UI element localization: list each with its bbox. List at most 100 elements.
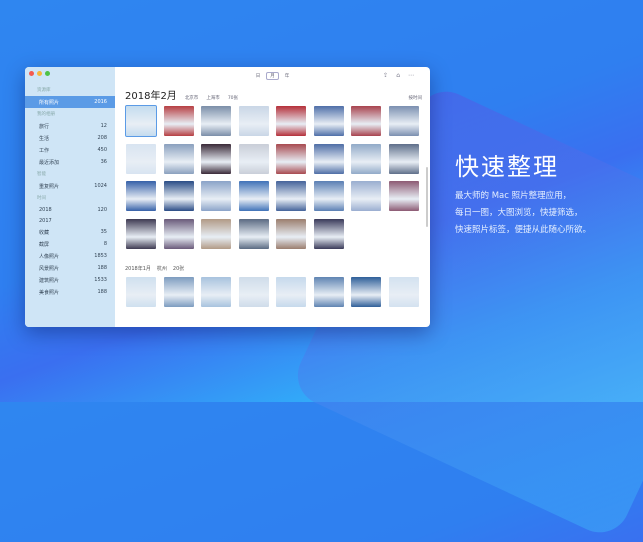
sidebar-item-label: 工作 xyxy=(39,147,50,154)
sidebar-item[interactable]: 旅行 12 xyxy=(25,120,115,132)
scrollbar[interactable] xyxy=(426,167,428,227)
sidebar-item-count: 36 xyxy=(100,158,107,165)
photo-thumbnail[interactable] xyxy=(276,106,306,136)
sidebar-item-label: 最近添加 xyxy=(39,159,60,166)
more-icon[interactable]: ⋯ xyxy=(408,72,414,79)
photo-thumbnail[interactable] xyxy=(126,218,156,249)
photo-thumbnail[interactable] xyxy=(313,143,344,174)
photo-thumbnail[interactable] xyxy=(351,106,381,136)
photo-thumbnail[interactable] xyxy=(163,106,194,136)
sidebar-item-label: 美食照片 xyxy=(39,289,60,296)
photo-thumbnail[interactable] xyxy=(201,143,231,174)
photo-thumbnail[interactable] xyxy=(351,181,381,211)
photo-thumbnail[interactable] xyxy=(126,276,156,307)
sidebar-item-count: 450 xyxy=(97,146,107,153)
sidebar-item[interactable]: 风景照片 188 xyxy=(25,262,115,274)
photo-grid xyxy=(123,276,422,307)
photo-thumbnail[interactable] xyxy=(388,143,419,174)
photo-thumbnail[interactable] xyxy=(238,276,269,307)
sidebar-item-label: 风景照片 xyxy=(39,265,60,272)
photo-thumbnail[interactable] xyxy=(388,276,419,307)
photo-thumbnail[interactable] xyxy=(388,106,419,136)
sidebar-section-header: 资源库 xyxy=(37,88,51,93)
view-month[interactable]: 月 xyxy=(266,72,279,80)
group-header: 2018年1月 杭州 20张 xyxy=(125,265,422,272)
photo-thumbnail[interactable] xyxy=(276,276,306,307)
photo-thumbnail[interactable] xyxy=(238,181,269,211)
sidebar-item-count: 120 xyxy=(97,206,107,213)
photo-thumbnail[interactable] xyxy=(201,181,231,211)
app-window: 资源库 所有照片 2016 我的相册 旅行 12 生活 208 工作 450 最近添加 36 智能 重复照… xyxy=(25,67,430,327)
view-year[interactable]: 年 xyxy=(285,73,290,79)
sidebar-item-count: 2016 xyxy=(94,98,107,105)
sidebar-item[interactable]: 重复照片 1024 xyxy=(25,180,115,192)
sidebar-section-header: 时间 xyxy=(37,196,46,201)
sidebar-item[interactable]: 美食照片 188 xyxy=(25,286,115,298)
photo-thumbnail[interactable] xyxy=(238,218,269,249)
sidebar-item[interactable]: 工作 450 xyxy=(25,144,115,156)
sidebar-item[interactable]: 最近添加 36 xyxy=(25,156,115,168)
sidebar: 资源库 所有照片 2016 我的相册 旅行 12 生活 208 工作 450 最近添加 36 智能 重复照… xyxy=(25,67,115,327)
photo-thumbnail[interactable] xyxy=(126,143,156,174)
group-count: 20张 xyxy=(172,265,185,272)
photo-thumbnail[interactable] xyxy=(313,106,344,136)
photo-thumbnail[interactable] xyxy=(163,218,194,249)
view-day[interactable]: 日 xyxy=(256,73,261,79)
photo-thumbnail[interactable] xyxy=(238,143,269,174)
photo-grid xyxy=(123,105,422,249)
promo-title: 快速整理 xyxy=(455,153,559,181)
group-location: 上海市 xyxy=(206,96,220,101)
sidebar-item-count: 12 xyxy=(100,122,107,129)
close-button[interactable] xyxy=(29,71,34,76)
photo-thumbnail[interactable] xyxy=(351,276,381,307)
promo-line: 快速照片标签，便捷从此随心所欲。 xyxy=(455,225,592,235)
sidebar-item-label: 旅行 xyxy=(39,123,50,130)
photo-thumbnail[interactable] xyxy=(163,276,194,307)
group-title: 2018年1月 xyxy=(125,265,151,272)
sidebar-item[interactable]: 截屏 8 xyxy=(25,238,115,250)
group-location: 北京市 xyxy=(184,96,199,101)
sidebar-item[interactable]: 2018 120 xyxy=(25,204,115,215)
photo-thumbnail[interactable] xyxy=(201,218,231,249)
photo-thumbnail[interactable] xyxy=(313,181,344,211)
photo-thumbnail[interactable] xyxy=(163,143,194,174)
photo-thumbnail[interactable] xyxy=(276,218,306,249)
sidebar-item-count: 35 xyxy=(100,228,107,235)
sidebar-item[interactable]: 所有照片 2016 xyxy=(25,96,115,108)
main-content: 日 月 年 ⇪ ⌂ ⋯ 2018年2月 北京市 上海市 70张 按时间 2018… xyxy=(115,67,430,327)
sort-dropdown[interactable]: 按时间 xyxy=(409,95,423,101)
sidebar-item-count: 1024 xyxy=(94,182,107,189)
tag-icon[interactable]: ⌂ xyxy=(396,72,400,79)
sidebar-item-label: 2017 xyxy=(39,217,52,224)
sidebar-item-count: 208 xyxy=(97,134,107,141)
sidebar-item[interactable]: 生活 208 xyxy=(25,132,115,144)
sidebar-item[interactable]: 收藏 35 xyxy=(25,226,115,238)
promo-description: 最大师的 Mac 照片整理应用， 每日一图，大图浏览，快捷筛选， 快速照片标签，… xyxy=(455,188,591,239)
sidebar-item-count: 188 xyxy=(97,288,107,295)
zoom-button[interactable] xyxy=(45,71,50,76)
photo-thumbnail[interactable] xyxy=(125,105,157,137)
photo-thumbnail[interactable] xyxy=(351,143,381,174)
photo-thumbnail[interactable] xyxy=(126,181,156,211)
photo-thumbnail[interactable] xyxy=(201,106,231,136)
photo-thumbnail[interactable] xyxy=(238,106,269,136)
photo-thumbnail[interactable] xyxy=(201,276,231,307)
toolbar: 日 月 年 ⇪ ⌂ ⋯ xyxy=(123,67,422,85)
photo-thumbnail[interactable] xyxy=(388,181,419,211)
sidebar-item[interactable]: 建筑照片 1533 xyxy=(25,274,115,286)
photo-thumbnail[interactable] xyxy=(276,143,306,174)
photo-thumbnail[interactable] xyxy=(313,276,344,307)
minimize-button[interactable] xyxy=(37,71,42,76)
share-icon[interactable]: ⇪ xyxy=(383,72,388,79)
photo-thumbnail[interactable] xyxy=(163,181,194,211)
sidebar-item-label: 收藏 xyxy=(39,229,50,236)
photo-thumbnail[interactable] xyxy=(313,218,344,249)
sidebar-item-label: 人像照片 xyxy=(39,253,60,260)
sidebar-item[interactable]: 人像照片 1853 xyxy=(25,250,115,262)
sidebar-item-label: 生活 xyxy=(39,135,50,142)
group-header: 2018年2月 北京市 上海市 70张 按时间 xyxy=(125,87,422,102)
sidebar-item-label: 建筑照片 xyxy=(39,277,60,284)
photo-thumbnail[interactable] xyxy=(276,181,306,211)
sidebar-item[interactable]: 2017 xyxy=(25,215,115,226)
group-count: 70张 xyxy=(227,96,239,101)
